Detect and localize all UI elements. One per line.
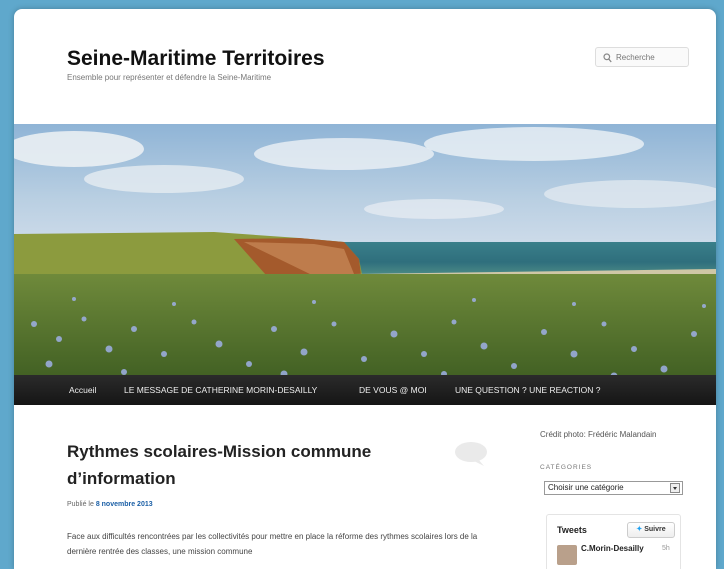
tweet-time[interactable]: 5h <box>662 545 670 552</box>
search-icon <box>603 53 612 63</box>
nav-item-accueil[interactable]: Accueil <box>69 375 96 405</box>
tweets-title: Tweets <box>557 525 587 535</box>
follow-button[interactable]: ✦ Suivre <box>627 522 675 538</box>
category-select-value: Choisir une catégorie <box>548 483 624 492</box>
posted-prefix: Publié le <box>67 501 94 508</box>
categories-heading: CATÉGORIES <box>540 464 593 471</box>
header-banner-image <box>14 124 716 384</box>
post-excerpt: Face aux difficultés rencontrées par les… <box>67 532 478 556</box>
chevron-down-icon[interactable] <box>670 483 680 493</box>
nav-item-message[interactable]: LE MESSAGE DE CATHERINE MORIN-DESAILLY <box>124 375 317 405</box>
follow-label: Suivre <box>644 526 666 533</box>
site-description: Ensemble pour représenter et défendre la… <box>67 73 272 82</box>
tweet-author[interactable]: C.Morin-Desailly <box>581 544 644 553</box>
twitter-widget: Tweets ✦ Suivre C.Morin-Desailly 5h <box>546 514 681 569</box>
twitter-bird-icon: ✦ <box>636 526 643 533</box>
search-input[interactable] <box>616 50 686 64</box>
post-meta: Publié le 8 novembre 2013 <box>67 501 153 508</box>
nav-item-de-vous-a-moi[interactable]: DE VOUS @ MOI <box>359 375 427 405</box>
nav-item-question-reaction[interactable]: UNE QUESTION ? UNE REACTION ? <box>455 375 600 405</box>
search-box[interactable] <box>595 47 689 67</box>
main-navigation: Accueil LE MESSAGE DE CATHERINE MORIN-DE… <box>14 375 716 405</box>
avatar[interactable] <box>557 545 577 565</box>
post-title[interactable]: Rythmes scolaires-Mission commune d’info… <box>67 438 447 492</box>
page-container: Seine-Maritime Territoires Ensemble pour… <box>14 9 716 569</box>
photo-credit: Crédit photo: Frédéric Malandain <box>540 430 657 439</box>
post-date-link[interactable]: 8 novembre 2013 <box>96 501 153 508</box>
comment-bubble-icon[interactable] <box>454 441 488 467</box>
site-title[interactable]: Seine-Maritime Territoires <box>67 47 325 71</box>
category-select[interactable]: Choisir une catégorie <box>544 481 683 495</box>
